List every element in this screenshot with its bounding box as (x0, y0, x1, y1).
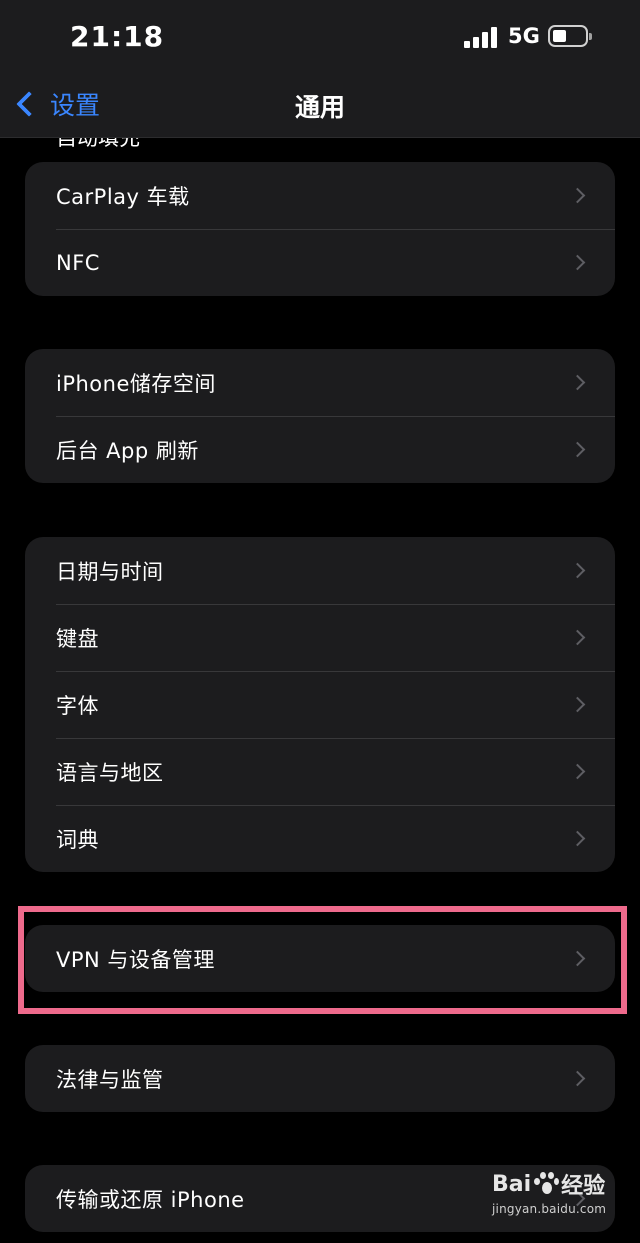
row-label: 后台 App 刷新 (56, 438, 199, 463)
chevron-right-icon (569, 441, 586, 458)
row-carplay[interactable]: CarPlay 车载 (25, 162, 615, 229)
chevron-right-icon (569, 629, 586, 646)
highlight-box (18, 906, 627, 1014)
row-label: 键盘 (56, 626, 99, 651)
network-type: 5G (508, 24, 540, 48)
watermark-brand-cn: 经验 (561, 1174, 606, 1199)
row-label: 日期与时间 (56, 559, 164, 584)
chevron-right-icon (569, 763, 586, 780)
row-legal-regulatory[interactable]: 法律与监管 (25, 1045, 615, 1112)
chevron-right-icon (569, 830, 586, 847)
row-language-region[interactable]: 语言与地区 (25, 738, 615, 805)
row-keyboard[interactable]: 键盘 (25, 604, 615, 671)
row-label: CarPlay 车载 (56, 184, 190, 209)
row-nfc[interactable]: NFC (25, 229, 615, 296)
row-iphone-storage[interactable]: iPhone储存空间 (25, 349, 615, 416)
baidu-jingyan-watermark: Bai 经验 jingyan.baidu.com (492, 1168, 612, 1217)
paw-logo-icon (533, 1172, 560, 1196)
settings-group-2: iPhone储存空间 后台 App 刷新 (25, 349, 615, 483)
cellular-signal-icon (464, 26, 498, 48)
status-bar: 21:18 5G (0, 0, 640, 70)
settings-group-5: 法律与监管 (25, 1045, 615, 1112)
row-label: iPhone储存空间 (56, 371, 216, 396)
row-dictionary[interactable]: 词典 (25, 805, 615, 872)
page-title: 通用 (294, 93, 345, 122)
battery-icon (548, 25, 592, 47)
settings-group-3: 日期与时间 键盘 字体 语言与地区 词典 (25, 537, 615, 872)
settings-group-1: CarPlay 车载 NFC (25, 162, 615, 296)
row-label: NFC (56, 250, 100, 275)
row-label: 传输或还原 iPhone (56, 1187, 245, 1212)
row-background-app-refresh[interactable]: 后台 App 刷新 (25, 416, 615, 483)
row-date-time[interactable]: 日期与时间 (25, 537, 615, 604)
row-label: 语言与地区 (56, 760, 164, 785)
settings-list: 自动填充 CarPlay 车载 NFC iPhone储存空间 后台 App 刷新… (0, 0, 640, 1243)
row-label: 法律与监管 (56, 1067, 164, 1092)
chevron-right-icon (569, 562, 586, 579)
chevron-right-icon (569, 187, 586, 204)
navigation-bar: 设置 通用 (0, 70, 640, 138)
row-label: 字体 (56, 693, 99, 718)
watermark-brand: Bai (492, 1171, 532, 1197)
chevron-right-icon (569, 1070, 586, 1087)
row-label: 词典 (56, 827, 99, 852)
chevron-right-icon (569, 374, 586, 391)
chevron-right-icon (569, 254, 586, 271)
row-fonts[interactable]: 字体 (25, 671, 615, 738)
chevron-right-icon (569, 696, 586, 713)
watermark-url: jingyan.baidu.com (492, 1202, 607, 1216)
status-time: 21:18 (70, 20, 165, 53)
